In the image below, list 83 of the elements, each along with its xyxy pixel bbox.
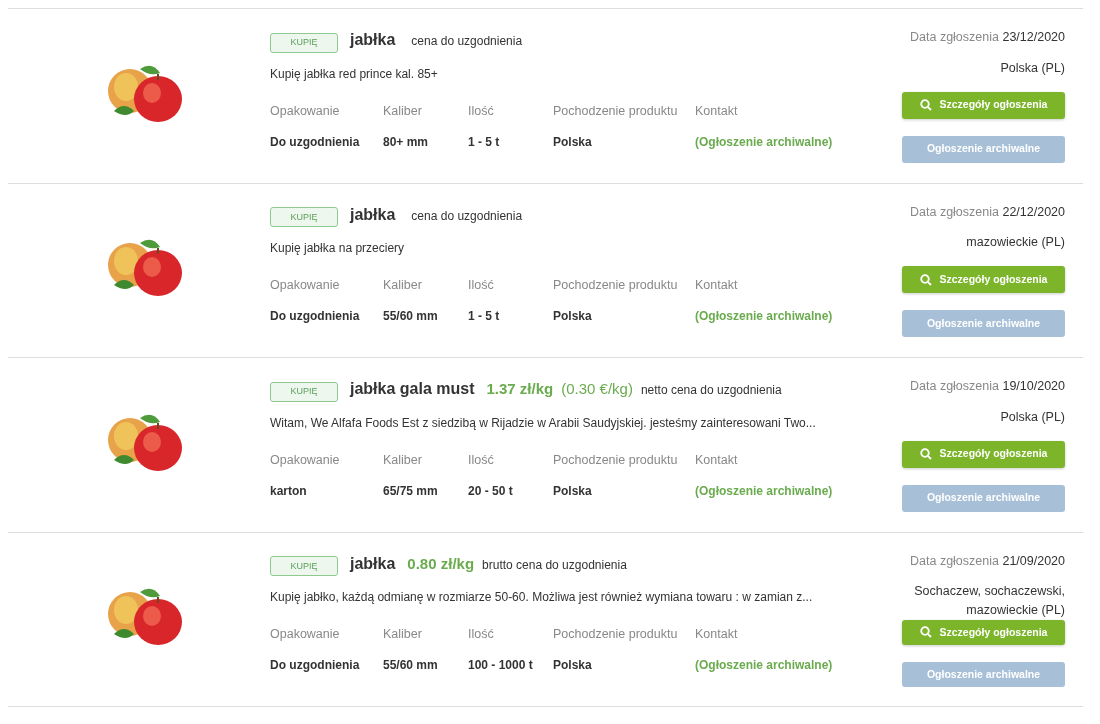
field-value: Polska [553, 482, 593, 500]
listing-title: jabłka [350, 30, 396, 50]
type-badge: KUPIĘ [270, 207, 338, 228]
details-button[interactable]: Szczegóły ogłoszenia [902, 266, 1065, 293]
price: 1.37 zł/kg [486, 379, 554, 399]
listing-description: Kupię jabłka na przeciery [270, 240, 406, 258]
field-value: Do uzgodnienia [270, 308, 361, 325]
price-note: cena do uzgodnienia [411, 207, 523, 225]
contact-link[interactable]: (Ogłoszenie archiwalne) [695, 132, 865, 151]
type-badge: KUPIĘ [270, 381, 338, 402]
field-label: Ilość [468, 626, 495, 644]
field-label: Kaliber [383, 626, 423, 644]
date-label: Data zgłoszenia [910, 553, 1000, 568]
field-value: karton [270, 482, 308, 500]
date-value: 21/09/2020 [1002, 553, 1065, 568]
type-badge: KUPIĘ [270, 556, 338, 577]
field-label: Kaliber [383, 277, 423, 295]
field-label: Pochodzenie produktu [553, 102, 679, 120]
listing-title: jabłka [350, 553, 396, 574]
location: Polska (PL) [1000, 59, 1065, 77]
price-note: netto cena do uzgodnienia [640, 382, 782, 399]
date-label: Data zgłoszenia [910, 204, 1000, 219]
price-note: brutto cena do uzgodnienia [482, 556, 627, 574]
field-label: Ilość [468, 451, 495, 469]
field-label: Opakowanie [270, 277, 341, 295]
details-button[interactable]: Szczegóły ogłoszenia [902, 619, 1065, 646]
contact-link[interactable]: (Ogłoszenie archiwalne) [695, 656, 865, 674]
date-value: 19/10/2020 [1002, 379, 1065, 393]
date-label: Data zgłoszenia [910, 30, 1000, 44]
date-value: 23/12/2020 [1002, 30, 1065, 44]
field-label: Opakowanie [270, 102, 341, 120]
date-label: Data zgłoszenia [910, 379, 1000, 393]
field-label: Opakowanie [270, 451, 341, 469]
archive-button[interactable]: Ogłoszenie archiwalne [902, 484, 1065, 512]
field-label: Kaliber [383, 451, 423, 469]
listing-description: Kupię jabłka red prince kal. 85+ [270, 65, 439, 83]
location: Polska (PL) [1000, 408, 1065, 426]
field-value: 80+ mm [383, 133, 430, 151]
listing-description: Witam, We Alfafa Foods Est z siedzibą w Rijadzie w Arabii Saudyjskiej. jesteśmy zainteresowani Two... [270, 414, 817, 432]
listing-title: jabłka gala must [350, 379, 475, 399]
field-value: 1 - 5 t [468, 308, 501, 325]
field-label: Pochodzenie produktu [553, 626, 679, 644]
location: Sochaczew, sochaczewski, mazowieckie (PL) [913, 583, 1065, 619]
location: mazowieckie (PL) [966, 234, 1065, 252]
field-value: 1 - 5 t [468, 133, 501, 151]
field-value: 20 - 50 t [468, 482, 514, 500]
archive-button[interactable]: Ogłoszenie archiwalne [902, 135, 1065, 163]
field-label: Kontakt [695, 626, 739, 644]
field-label: Kaliber [383, 102, 423, 120]
field-label: Pochodzenie produktu [553, 451, 679, 469]
price-note: cena do uzgodnienia [411, 33, 523, 50]
price-alt: (0.30 €/kg) [561, 379, 633, 399]
listing-description: Kupię jabłko, każdą odmianę w rozmiarze 50-60. Możliwa jest również wymiana towaru : w zamian z... [270, 589, 814, 607]
date-value: 22/12/2020 [1002, 204, 1065, 219]
archive-button[interactable]: Ogłoszenie archiwalne [902, 310, 1065, 337]
field-value: 100 - 1000 t [468, 657, 534, 674]
search-icon [919, 448, 932, 460]
details-button[interactable]: Szczegóły ogłoszenia [902, 91, 1065, 119]
price: 0.80 zł/kg [407, 553, 475, 574]
field-value: 65/75 mm [383, 482, 439, 500]
field-value: Polska [553, 308, 593, 325]
field-label: Opakowanie [270, 626, 341, 644]
field-value: 55/60 mm [383, 657, 439, 674]
field-label: Kontakt [695, 451, 739, 469]
field-value: Polska [553, 133, 593, 151]
field-label: Pochodzenie produktu [553, 277, 679, 295]
field-value: Do uzgodnienia [270, 657, 361, 674]
contact-link[interactable]: (Ogłoszenie archiwalne) [695, 481, 865, 500]
details-button[interactable]: Szczegóły ogłoszenia [902, 440, 1065, 468]
search-icon [919, 99, 932, 111]
search-icon [919, 626, 932, 639]
type-badge: KUPIĘ [270, 32, 338, 53]
field-value: 55/60 mm [383, 308, 439, 325]
field-label: Kontakt [695, 277, 739, 295]
listing-title: jabłka [350, 204, 396, 225]
archive-button[interactable]: Ogłoszenie archiwalne [902, 662, 1065, 688]
field-label: Ilość [468, 277, 495, 295]
field-value: Do uzgodnienia [270, 133, 361, 151]
contact-link[interactable]: (Ogłoszenie archiwalne) [695, 307, 865, 325]
search-icon [919, 273, 932, 286]
field-value: Polska [553, 657, 593, 674]
field-label: Ilość [468, 102, 495, 120]
field-label: Kontakt [695, 102, 739, 120]
